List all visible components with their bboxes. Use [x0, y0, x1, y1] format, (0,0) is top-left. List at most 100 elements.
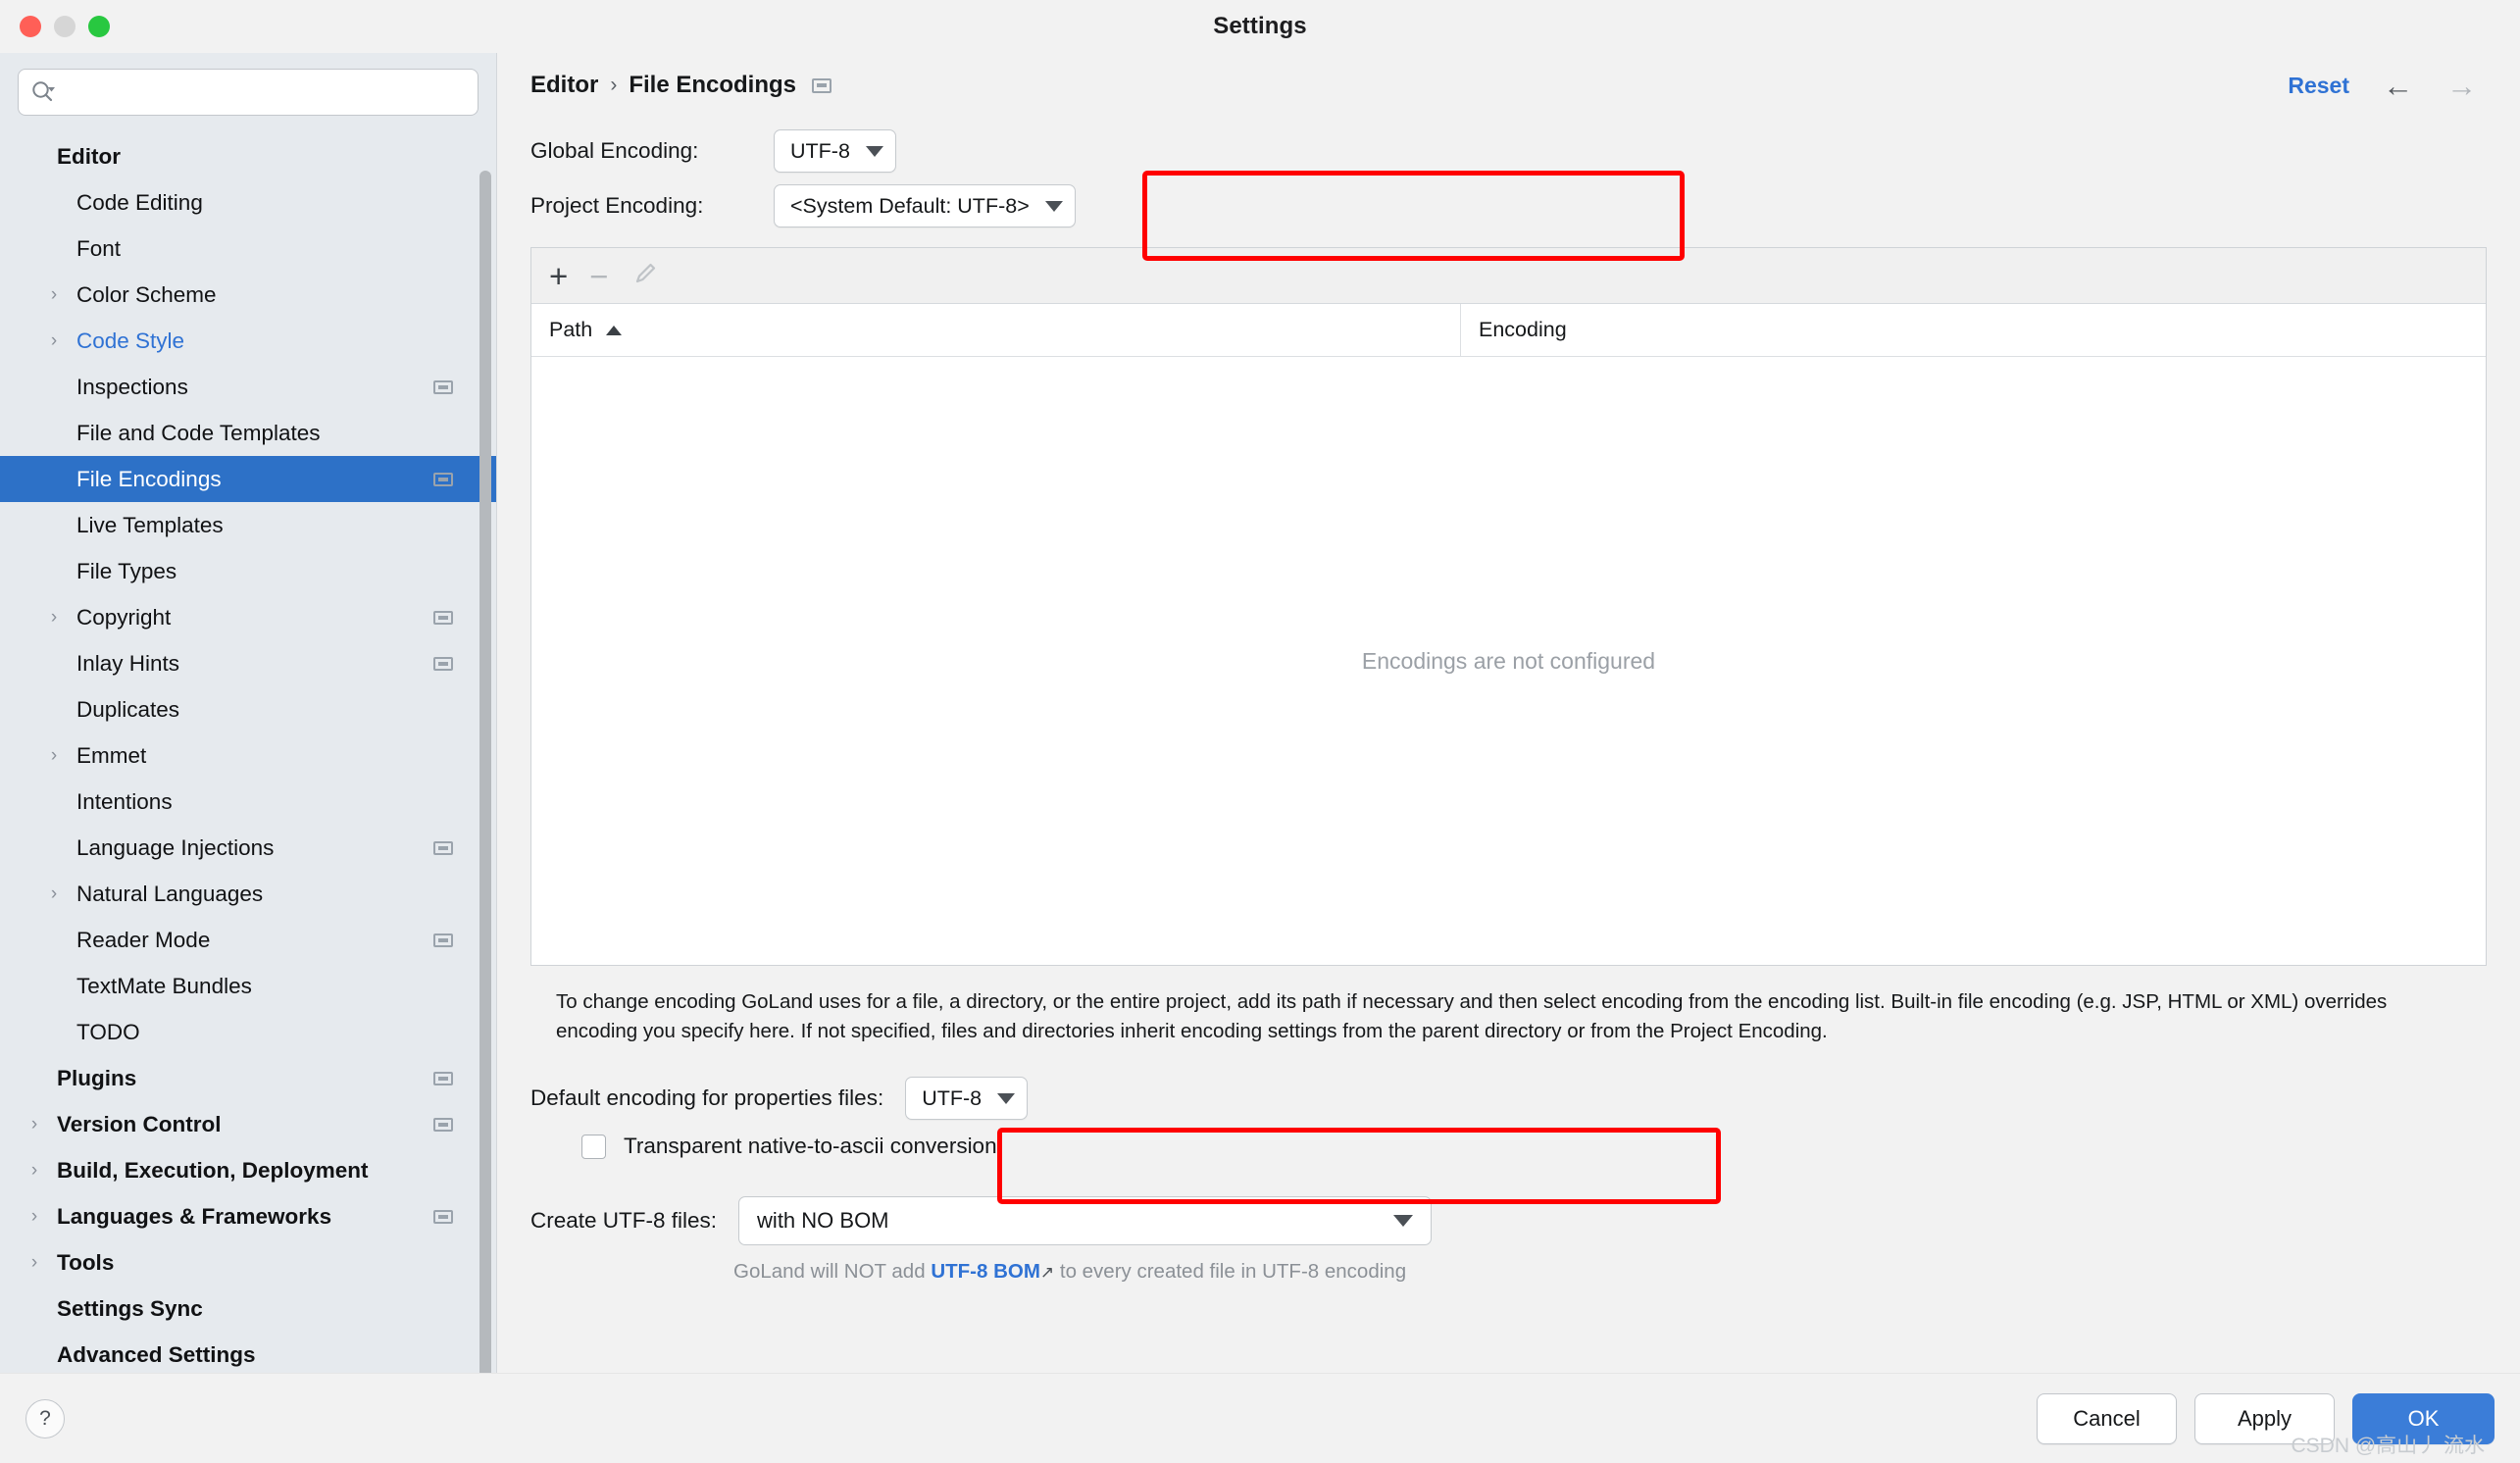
sidebar-item-label: Inlay Hints	[76, 651, 179, 677]
sidebar-item-label: File Types	[76, 559, 176, 584]
create-utf8-row: Create UTF-8 files: with NO BOM	[530, 1196, 2520, 1245]
title-bar: Settings	[0, 0, 2520, 53]
column-header-path[interactable]: Path	[531, 304, 1460, 356]
sidebar-item-code-style[interactable]: › Code Style	[0, 318, 496, 364]
sidebar-item-natural-languages[interactable]: › Natural Languages	[0, 871, 496, 917]
sidebar-item-label: File and Code Templates	[76, 421, 320, 446]
table-toolbar: + −	[531, 248, 2486, 304]
chevron-right-icon[interactable]: ›	[24, 1252, 45, 1274]
reset-button[interactable]: Reset	[2288, 73, 2349, 99]
sidebar-item-editor[interactable]: Editor	[0, 133, 496, 179]
sidebar-item-label: Natural Languages	[76, 882, 263, 907]
sidebar-item-todo[interactable]: TODO	[0, 1009, 496, 1055]
sidebar-item-label: Build, Execution, Deployment	[57, 1158, 369, 1184]
forward-arrow-icon[interactable]: →	[2446, 71, 2477, 101]
remove-path-button[interactable]: −	[589, 260, 608, 292]
sidebar-item-languages-frameworks[interactable]: › Languages & Frameworks	[0, 1193, 496, 1239]
chevron-right-icon[interactable]: ›	[43, 330, 65, 352]
sidebar-item-textmate-bundles[interactable]: TextMate Bundles	[0, 963, 496, 1009]
sidebar-item-label: Font	[76, 236, 121, 262]
sidebar-item-settings-sync[interactable]: Settings Sync	[0, 1286, 496, 1332]
encoding-settings: Global Encoding: UTF-8 Project Encoding:…	[497, 118, 2520, 233]
search-container	[0, 53, 496, 116]
sidebar-item-code-editing[interactable]: Code Editing	[0, 179, 496, 226]
sidebar-item-reader-mode[interactable]: Reader Mode	[0, 917, 496, 963]
chevron-right-icon[interactable]: ›	[43, 284, 65, 306]
sidebar-item-label: Code Editing	[76, 190, 203, 216]
add-path-button[interactable]: +	[549, 260, 568, 292]
window-body: EditorCode EditingFont›Color Scheme›Code…	[0, 53, 2520, 1373]
project-encoding-value: <System Default: UTF-8>	[790, 194, 1030, 219]
sidebar-item-label: Plugins	[57, 1066, 136, 1091]
sidebar-item-label: Reader Mode	[76, 928, 210, 953]
sidebar-item-label: Inspections	[76, 375, 188, 400]
chevron-right-icon[interactable]: ›	[43, 607, 65, 629]
sidebar-item-file-and-code-templates[interactable]: File and Code Templates	[0, 410, 496, 456]
encodings-table: + − Path Encoding	[530, 247, 2487, 966]
column-header-encoding-label: Encoding	[1479, 318, 1567, 342]
sidebar-item-language-injections[interactable]: Language Injections	[0, 825, 496, 871]
chevron-right-icon[interactable]: ›	[24, 1160, 45, 1182]
sidebar-item-label: Intentions	[76, 789, 173, 815]
utf8-bom-link[interactable]: UTF-8 BOM	[931, 1260, 1040, 1283]
transparent-conversion-row[interactable]: Transparent native-to-ascii conversion	[581, 1122, 2520, 1171]
chevron-right-icon[interactable]: ›	[43, 745, 65, 767]
chevron-right-icon[interactable]: ›	[24, 1206, 45, 1228]
cancel-button[interactable]: Cancel	[2037, 1393, 2177, 1444]
sidebar-item-inlay-hints[interactable]: Inlay Hints	[0, 640, 496, 686]
search-input[interactable]	[62, 81, 466, 104]
settings-sidebar: EditorCode EditingFont›Color Scheme›Code…	[0, 53, 497, 1373]
sidebar-item-label: File Encodings	[76, 467, 222, 492]
transparent-conversion-checkbox[interactable]	[581, 1135, 606, 1159]
default-properties-encoding-dropdown[interactable]: UTF-8	[905, 1077, 1028, 1120]
sidebar-item-file-types[interactable]: File Types	[0, 548, 496, 594]
help-button[interactable]: ?	[25, 1399, 65, 1438]
default-properties-encoding-row: Default encoding for properties files: U…	[530, 1075, 2520, 1122]
breadcrumb-parent[interactable]: Editor	[530, 72, 598, 99]
sidebar-item-advanced-settings[interactable]: Advanced Settings	[0, 1332, 496, 1373]
search-box[interactable]	[18, 69, 479, 116]
sidebar-item-build-execution-deployment[interactable]: › Build, Execution, Deployment	[0, 1147, 496, 1193]
chevron-down-icon	[866, 146, 883, 157]
window-title: Settings	[0, 13, 2520, 40]
sidebar-item-version-control[interactable]: ›Version Control	[0, 1101, 496, 1147]
create-utf8-value: with NO BOM	[757, 1208, 888, 1234]
breadcrumb-bar: Editor › File Encodings Reset ← →	[497, 53, 2520, 118]
sidebar-item-emmet[interactable]: ›Emmet	[0, 732, 496, 779]
sidebar-item-file-encodings[interactable]: File Encodings	[0, 456, 496, 502]
back-arrow-icon[interactable]: ←	[2383, 71, 2413, 101]
sidebar-item-intentions[interactable]: Intentions	[0, 779, 496, 825]
chevron-right-icon[interactable]: ›	[43, 883, 65, 905]
table-empty-message: Encodings are not configured	[1362, 648, 1655, 675]
table-body[interactable]: Encodings are not configured	[531, 357, 2486, 965]
project-scope-badge-icon	[812, 78, 832, 93]
sidebar-item-live-templates[interactable]: Live Templates	[0, 502, 496, 548]
create-utf8-dropdown[interactable]: with NO BOM	[738, 1196, 1432, 1245]
column-header-encoding[interactable]: Encoding	[1460, 304, 2486, 356]
chevron-right-icon[interactable]: ›	[24, 1114, 45, 1135]
sidebar-item-duplicates[interactable]: Duplicates	[0, 686, 496, 732]
project-scope-badge-icon	[433, 841, 453, 855]
sidebar-item-color-scheme[interactable]: ›Color Scheme	[0, 272, 496, 318]
sidebar-item-tools[interactable]: ›Tools	[0, 1239, 496, 1286]
sidebar-item-font[interactable]: Font	[0, 226, 496, 272]
sidebar-item-label: TextMate Bundles	[76, 974, 252, 999]
sidebar-item-label: Languages & Frameworks	[57, 1204, 331, 1230]
sidebar-item-inspections[interactable]: Inspections	[0, 364, 496, 410]
sidebar-scrollbar[interactable]	[479, 171, 491, 1373]
sidebar-item-label: Code Style	[76, 328, 184, 354]
sidebar-item-label: Settings Sync	[57, 1296, 203, 1322]
sidebar-item-label: Copyright	[76, 605, 171, 631]
chevron-down-icon	[1045, 201, 1063, 212]
sidebar-item-label: Duplicates	[76, 697, 179, 723]
global-encoding-dropdown[interactable]: UTF-8	[774, 129, 896, 173]
sidebar-item-plugins[interactable]: Plugins	[0, 1055, 496, 1101]
edit-pencil-icon[interactable]	[630, 259, 660, 293]
properties-encoding-section: Default encoding for properties files: U…	[530, 1075, 2520, 1171]
settings-tree: EditorCode EditingFont›Color Scheme›Code…	[0, 133, 496, 1373]
project-scope-badge-icon	[433, 657, 453, 671]
external-link-icon: ↗	[1040, 1263, 1054, 1282]
default-properties-encoding-label: Default encoding for properties files:	[530, 1085, 883, 1111]
sidebar-item-copyright[interactable]: › Copyright	[0, 594, 496, 640]
project-encoding-dropdown[interactable]: <System Default: UTF-8>	[774, 184, 1076, 227]
